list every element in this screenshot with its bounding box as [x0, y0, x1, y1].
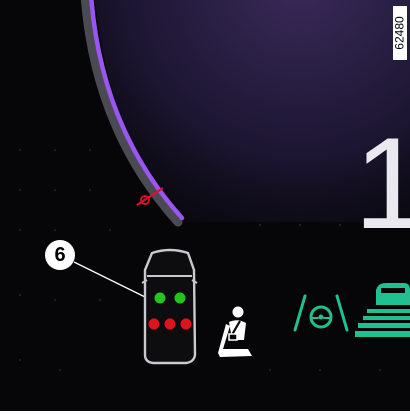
seat-rear-left: [148, 318, 160, 330]
seat-status-rear: [148, 318, 192, 330]
vehicle-distance-icon: [355, 283, 410, 337]
lane-keeping-assist-icon: [293, 294, 349, 332]
figure-reference-number: 62480: [393, 16, 407, 50]
callout-marker: 6: [45, 240, 75, 270]
seatbelt-warning-icon: [218, 306, 252, 357]
seat-rear-right: [180, 318, 192, 330]
car-top-view-icon: [141, 248, 198, 365]
callout-leader-line: [73, 261, 146, 298]
figure-reference-label: 62480: [393, 6, 407, 60]
speed-readout: 1: [354, 110, 410, 256]
seat-front-right: [174, 292, 186, 304]
cluster-graphics: [18, 0, 410, 372]
seat-rear-center: [164, 318, 176, 330]
instrument-cluster-display: 1 6: [0, 0, 410, 411]
instrument-cluster-figure: 1 6 62480: [0, 0, 410, 417]
seat-front-left: [154, 292, 166, 304]
